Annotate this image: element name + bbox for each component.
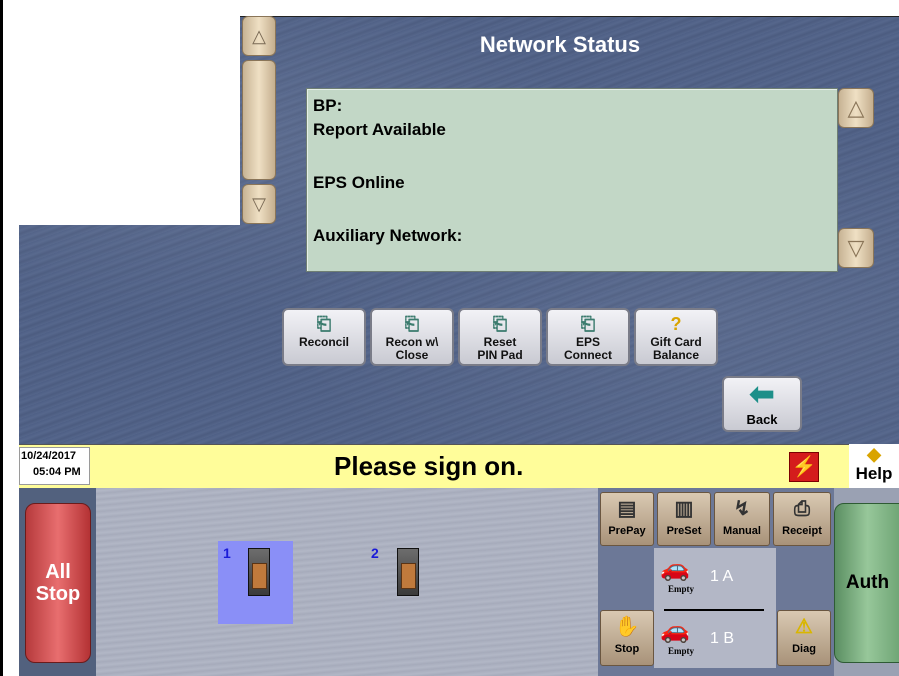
recon-close-button[interactable]: ⎗ Recon w\ Close (370, 308, 454, 366)
reset-pin-pad-button[interactable]: ⎗ Reset PIN Pad (458, 308, 542, 366)
button-label: Reconcil (298, 335, 349, 349)
arrow-down-icon: ▽ (252, 193, 266, 214)
status-line: Auxiliary Network: (313, 226, 463, 245)
datetime-display: 10/24/2017 05:04 PM (19, 447, 90, 485)
register-icon: ▤ (617, 498, 637, 520)
status-line: Report Available (313, 120, 446, 139)
stop-button[interactable]: ✋ Stop (600, 610, 654, 666)
scroll-down-button[interactable]: ▽ (242, 184, 276, 224)
manual-button[interactable]: ↯ Manual (714, 492, 770, 546)
blank-area (19, 16, 240, 225)
dispenser-id: 1 A (710, 568, 734, 585)
reconcil-button[interactable]: ⎗ Reconcil (282, 308, 366, 366)
button-label: PIN Pad (477, 348, 523, 362)
left-border (0, 0, 3, 676)
button-label: Connect (564, 348, 612, 362)
warning-icon: ⚠ (795, 616, 813, 638)
preset-button[interactable]: ▥ PreSet (657, 492, 711, 546)
car-icon: 🚗 (660, 617, 690, 644)
fuel-pump-icon[interactable] (397, 548, 419, 596)
dispenser-row[interactable]: 🚗 Empty 1 A (658, 550, 774, 602)
preset-icon: ▥ (674, 498, 694, 520)
back-button[interactable]: ⬅ Back (722, 376, 802, 432)
back-label: Back (746, 412, 778, 427)
all-stop-button[interactable]: All Stop (25, 503, 91, 663)
pump-number: 2 (371, 545, 379, 561)
prepay-button[interactable]: ▤ PrePay (600, 492, 654, 546)
pump-number: 1 (223, 545, 231, 561)
auth-label: Auth (845, 572, 890, 593)
page-title: Network Status (479, 32, 641, 57)
button-label: Close (395, 348, 429, 362)
status-scroll-up-button[interactable]: △ (838, 88, 874, 128)
arrow-left-icon: ⬅ (749, 378, 775, 411)
prompt-message: Please sign on. (334, 451, 524, 481)
gift-card-balance-button[interactable]: ? Gift Card Balance (634, 308, 718, 366)
pump-display-area (96, 488, 598, 676)
dispenser-divider (664, 609, 764, 611)
printer-icon: ⎙ (794, 498, 810, 520)
all-stop-label: Stop (35, 583, 81, 605)
status-text-box: BP: Report Available EPS Online Auxiliar… (306, 88, 838, 272)
dispenser-row[interactable]: 🚗 Empty 1 B (658, 612, 774, 664)
register-icon: ⎗ (404, 314, 420, 334)
left-scrollbar[interactable]: △ ▽ (240, 16, 277, 225)
car-icon: 🚗 (660, 555, 690, 582)
status-line: EPS Online (313, 173, 405, 192)
help-label: Help (855, 464, 893, 483)
arrow-up-icon: △ (847, 95, 865, 120)
alert-icon[interactable]: ⚡ (789, 452, 819, 482)
help-icon: ◆ (867, 444, 881, 464)
date-text: 10/24/2017 (21, 450, 77, 462)
arrow-up-icon: △ (252, 25, 266, 46)
stop-label: Stop (614, 643, 640, 655)
register-icon: ⎗ (580, 314, 596, 334)
all-stop-label: All (45, 561, 71, 583)
dispenser-status: Empty (668, 646, 695, 656)
status-bar: 10/24/2017 05:04 PM Please sign on. ⚡ (19, 444, 849, 490)
dispenser-id: 1 B (710, 630, 735, 647)
tool-label: Manual (723, 525, 761, 537)
dispenser-status-panel: 🚗 Empty 1 A 🚗 Empty 1 B (654, 548, 776, 668)
button-label: Balance (652, 348, 700, 362)
dispenser-status: Empty (668, 584, 695, 594)
diag-label: Diag (792, 643, 816, 655)
eps-connect-button[interactable]: ⎗ EPS Connect (546, 308, 630, 366)
receipt-button[interactable]: ⎙ Receipt (773, 492, 831, 546)
scroll-thumb[interactable] (242, 60, 276, 180)
register-icon: ⎗ (316, 314, 332, 334)
stop-hand-icon: ✋ (614, 616, 640, 638)
time-text: 05:04 PM (33, 466, 81, 478)
help-button[interactable]: ◆ Help (849, 444, 899, 488)
tool-label: PrePay (608, 525, 646, 537)
tool-label: PreSet (666, 525, 702, 537)
fuel-pump-icon[interactable] (248, 548, 270, 596)
question-icon: ? (670, 314, 682, 334)
nozzle-icon: ↯ (733, 498, 751, 520)
register-icon: ⎗ (492, 314, 508, 334)
status-line: BP: (313, 96, 343, 115)
tool-label: Receipt (782, 525, 822, 537)
scroll-up-button[interactable]: △ (242, 16, 276, 56)
status-scroll-down-button[interactable]: ▽ (838, 228, 874, 268)
auth-button[interactable]: Auth (834, 503, 899, 663)
arrow-down-icon: ▽ (847, 235, 865, 260)
diag-button[interactable]: ⚠ Diag (777, 610, 831, 666)
